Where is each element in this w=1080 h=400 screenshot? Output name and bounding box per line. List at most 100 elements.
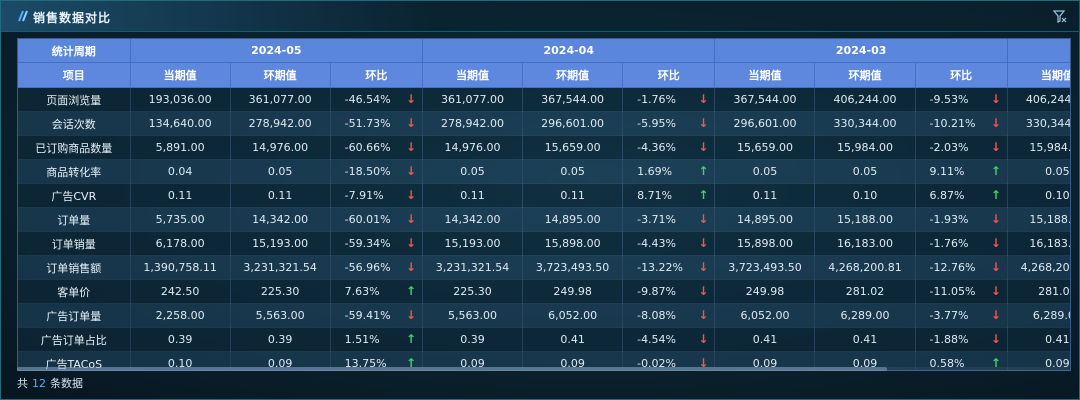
table-row[interactable]: 广告CVR 0.11 0.11 -7.91% ↓ 0.11 0.11 8.71% ↑ 0.11 0.… — [18, 183, 1070, 208]
column-header[interactable]: 环比 — [330, 62, 424, 88]
metric-name: 广告CVR — [18, 183, 131, 208]
current-value-cell: 0.11 — [130, 183, 231, 208]
table-row[interactable]: 页面浏览量 193,036.00 361,077.00 -46.54% ↓ 361,077… — [18, 87, 1070, 112]
table-row[interactable]: 广告订单占比 0.39 0.39 1.51% ↑ 0.39 0.41 -4.54% ↓ 0.41 0… — [18, 327, 1070, 352]
change-ratio-value: -60.01% — [344, 213, 391, 226]
change-ratio-value: -11.05% — [929, 285, 976, 298]
metric-name: 商品转化率 — [18, 159, 131, 184]
previous-value-cell: 14,976.00 — [230, 135, 331, 160]
data-table-container[interactable]: 统计周期 2024-052024-042024-032024-02 项目 当期值… — [17, 38, 1071, 371]
change-ratio-cell: -1.88% ↓ — [915, 327, 1008, 352]
arrow-down-icon: ↓ — [405, 260, 417, 274]
current-value-cell: 0.39 — [130, 327, 231, 352]
current-value-cell: 193,036.00 — [130, 87, 231, 112]
scrollbar-thumb[interactable] — [17, 367, 887, 371]
arrow-down-icon: ↓ — [698, 212, 709, 226]
change-ratio-cell: 6.87% ↑ — [915, 183, 1008, 208]
previous-value-cell: 14,895.00 — [522, 207, 624, 232]
previous-value-cell: 278,942.00 — [230, 111, 331, 136]
column-header[interactable]: 当期值 — [130, 62, 231, 88]
arrow-down-icon: ↓ — [405, 92, 417, 106]
arrow-up-icon: ↑ — [698, 188, 709, 202]
column-header[interactable]: 环期值 — [814, 62, 916, 88]
arrow-down-icon: ↓ — [990, 212, 1001, 226]
change-ratio-value: -3.71% — [637, 213, 677, 226]
previous-value-cell: 0.11 — [230, 183, 331, 208]
change-ratio-value: -1.88% — [929, 333, 969, 346]
change-ratio-cell: -9.53% ↓ — [915, 87, 1008, 112]
previous-value-cell: 5,563.00 — [230, 303, 331, 328]
arrow-up-icon: ↑ — [698, 164, 709, 178]
period-header: 统计周期 — [18, 39, 131, 63]
arrow-down-icon: ↓ — [698, 308, 709, 322]
change-ratio-cell: 8.71% ↑ — [622, 183, 716, 208]
change-ratio-value: -1.93% — [929, 213, 969, 226]
current-value-cell: 3,231,321.54 — [422, 255, 524, 280]
period-label: 2024-02 — [1007, 39, 1070, 63]
column-header[interactable]: 当期值 — [422, 62, 524, 88]
table-row[interactable]: 订单销量 6,178.00 15,193.00 -59.34% ↓ 15,193.00 15… — [18, 231, 1070, 256]
current-value-cell: 16,183.00 — [1007, 231, 1070, 256]
change-ratio-value: -56.96% — [344, 261, 391, 274]
sales-table: 统计周期 2024-052024-042024-032024-02 项目 当期值… — [18, 39, 1070, 370]
change-ratio-value: -9.53% — [929, 93, 969, 106]
column-header[interactable]: 环期值 — [522, 62, 624, 88]
arrow-down-icon: ↓ — [405, 212, 417, 226]
change-ratio-value: -13.22% — [637, 261, 684, 274]
table-row[interactable]: 客单价 242.50 225.30 7.63% ↑ 225.30 249.98 -9.87% ↓… — [18, 279, 1070, 304]
change-ratio-cell: -11.05% ↓ — [915, 279, 1008, 304]
arrow-down-icon: ↓ — [698, 284, 709, 298]
arrow-down-icon: ↓ — [405, 116, 417, 130]
table-row[interactable]: 会话次数 134,640.00 278,942.00 -51.73% ↓ 278,942.… — [18, 111, 1070, 136]
change-ratio-value: -9.87% — [637, 285, 677, 298]
change-ratio-value: -8.08% — [637, 309, 677, 322]
current-value-cell: 3,723,493.50 — [714, 255, 816, 280]
change-ratio-cell: 1.51% ↑ — [330, 327, 424, 352]
metric-name: 客单价 — [18, 279, 131, 304]
arrow-down-icon: ↓ — [698, 140, 709, 154]
change-ratio-value: -4.43% — [637, 237, 677, 250]
metric-name: 已订购商品数量 — [18, 135, 131, 160]
previous-value-cell: 0.39 — [230, 327, 331, 352]
table-row[interactable]: 订单销售额 1,390,758.11 3,231,321.54 -56.96% ↓ 3,2… — [18, 255, 1070, 280]
previous-value-cell: 367,544.00 — [522, 87, 624, 112]
column-header[interactable]: 当期值 — [714, 62, 816, 88]
change-ratio-cell: -5.95% ↓ — [622, 111, 716, 136]
arrow-down-icon: ↓ — [990, 284, 1001, 298]
arrow-down-icon: ↓ — [990, 140, 1001, 154]
arrow-down-icon: ↓ — [405, 140, 417, 154]
arrow-up-icon: ↑ — [990, 164, 1001, 178]
current-value-cell: 1,390,758.11 — [130, 255, 231, 280]
change-ratio-value: -7.91% — [344, 189, 384, 202]
current-value-cell: 249.98 — [714, 279, 816, 304]
current-value-cell: 296,601.00 — [714, 111, 816, 136]
metric-name: 会话次数 — [18, 111, 131, 136]
period-label: 2024-05 — [130, 39, 424, 63]
previous-value-cell: 3,231,321.54 — [230, 255, 331, 280]
table-row[interactable]: 订单量 5,735.00 14,342.00 -60.01% ↓ 14,342.00 14,… — [18, 207, 1070, 232]
previous-value-cell: 4,268,200.81 — [814, 255, 916, 280]
previous-value-cell: 0.41 — [814, 327, 916, 352]
filter-clear-icon[interactable] — [1053, 10, 1067, 23]
table-row[interactable]: 广告订单量 2,258.00 5,563.00 -59.41% ↓ 5,563.00 6,0… — [18, 303, 1070, 328]
column-header[interactable]: 当期值 — [1007, 62, 1070, 88]
current-value-cell: 361,077.00 — [422, 87, 524, 112]
arrow-down-icon: ↓ — [698, 260, 709, 274]
horizontal-scrollbar[interactable] — [17, 367, 1069, 371]
table-row[interactable]: 已订购商品数量 5,891.00 14,976.00 -60.66% ↓ 14,976.0… — [18, 135, 1070, 160]
change-ratio-value: -18.50% — [344, 165, 391, 178]
column-header[interactable]: 环比 — [915, 62, 1008, 88]
record-count: 共 12 条数据 — [17, 375, 83, 391]
column-header[interactable]: 环期值 — [230, 62, 331, 88]
count-suffix: 条数据 — [50, 377, 83, 390]
table-row[interactable]: 商品转化率 0.04 0.05 -18.50% ↓ 0.05 0.05 1.69% ↑ 0.05 0… — [18, 159, 1070, 184]
current-value-cell: 0.11 — [422, 183, 524, 208]
change-ratio-value: -3.77% — [929, 309, 969, 322]
change-ratio-value: -12.76% — [929, 261, 976, 274]
period-label: 2024-04 — [422, 39, 716, 63]
arrow-down-icon: ↓ — [698, 92, 709, 106]
change-ratio-cell: -4.54% ↓ — [622, 327, 716, 352]
current-value-cell: 15,984.00 — [1007, 135, 1070, 160]
column-header[interactable]: 环比 — [622, 62, 716, 88]
current-value-cell: 367,544.00 — [714, 87, 816, 112]
